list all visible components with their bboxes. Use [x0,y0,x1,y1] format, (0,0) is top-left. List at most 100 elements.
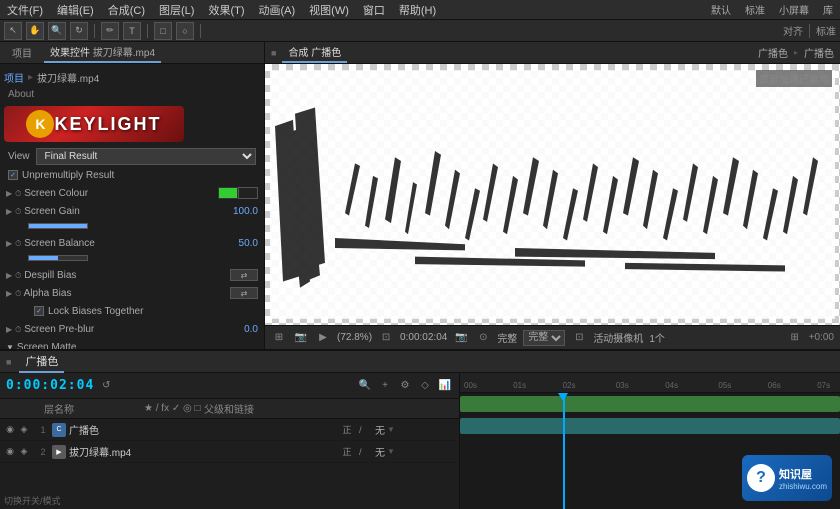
despill-bias-arrow: ▶ [6,271,12,280]
workspace-library[interactable]: 库 [820,2,836,17]
tool-text[interactable]: T [123,22,141,40]
menu-item-effects[interactable]: 效果(T) [205,2,247,18]
timeline-refresh-icon[interactable]: ↺ [98,378,114,394]
tool-shape-ellipse[interactable]: ○ [176,22,194,40]
ruler-tick-2: 02s [563,381,576,390]
preview-controls: ⊞ 📷 ▶ (72.8%) ⊡ 0:00:02:04 📷 ⊙ 完整 完整 ⊡ 活… [265,325,840,349]
screen-colour-row: ▶ ⏱ Screen Colour [4,184,260,202]
preview-camera-icon[interactable]: 📷 [293,330,309,346]
toolbar-separator-2 [147,24,148,38]
menu-item-layer[interactable]: 图层(L) [156,2,197,18]
screen-preblur-value[interactable]: 0.0 [228,324,258,335]
layer-2-mode: 正 [335,445,359,458]
layer-2-parent[interactable]: 无 ▼ [375,444,455,459]
timecode-display: 0:00:02:04 [6,378,94,393]
layer-1-audio[interactable]: ◈ [18,424,30,436]
preview-more-options[interactable]: +0:00 [809,332,834,343]
track-bar-2[interactable] [460,418,840,434]
tool-pen[interactable]: ✏ [101,22,119,40]
timeline-header: ■ 广播色 [0,351,840,373]
menu-item-edit[interactable]: 编辑(E) [54,2,97,18]
screen-balance-value[interactable]: 50.0 [228,238,258,249]
menu-item-file[interactable]: 文件(F) [4,2,46,18]
tool-move[interactable]: ✋ [26,22,44,40]
preview-area[interactable]: 显示加速已启用 [265,64,840,325]
screen-matte-arrow[interactable]: ▼ [6,343,14,350]
tool-select[interactable]: ↖ [4,22,22,40]
layer-2-eye[interactable]: ◉ [4,446,16,458]
keylight-about: About [4,87,260,102]
tool-shape-rect[interactable]: □ [154,22,172,40]
center-header-title[interactable]: 合成 广播色 [282,42,347,63]
preview-snap-icon[interactable]: 📷 [453,330,469,346]
effects-path-sep: ▸ [28,72,33,83]
compose-icon: ■ [271,48,276,58]
menu-item-view[interactable]: 视图(W) [306,2,352,18]
menu-item-animate[interactable]: 动画(A) [256,2,299,18]
screen-matte-row: ▼ Screen Matte [4,338,260,349]
preview-res-icon[interactable]: ⊡ [571,330,587,346]
screen-balance-label: ⏱ Screen Balance [15,238,228,249]
view-label: View [8,151,30,162]
timeline-add-icon[interactable]: + [377,378,393,394]
despill-bias-arrows[interactable]: ⇄ [230,269,258,281]
preview-toggle-icon[interactable]: ⊙ [475,330,491,346]
workspace-small[interactable]: 小屏幕 [776,2,812,17]
keylight-k-icon: K [26,110,54,138]
timeline-settings-icon[interactable]: ⚙ [397,378,413,394]
menu-item-window[interactable]: 窗口 [360,2,388,18]
view-dropdown[interactable]: Final Result [36,148,257,165]
timeline-graph-icon[interactable]: 📊 [437,378,453,394]
timeline-search-icon[interactable]: 🔍 [357,378,373,394]
compose-sub-tab-2[interactable]: 广播色 [804,45,834,60]
layer-row[interactable]: ◉ ◈ 1 C 广播色 正 / 无 ▼ [0,419,459,441]
preview-play-icon[interactable]: ▶ [315,330,331,346]
screen-balance-bar[interactable] [28,255,88,261]
tool-rotate[interactable]: ↻ [70,22,88,40]
compose-sub-tab-1[interactable]: 广播色 [758,45,788,60]
watermark-question-icon: ? [756,469,766,487]
tool-zoom[interactable]: 🔍 [48,22,66,40]
unpremultiply-checkbox[interactable]: ✓ [8,170,18,180]
preview-quality-select[interactable]: 完整 [523,330,565,346]
menu-item-compose[interactable]: 合成(C) [105,2,148,18]
workspace-standard[interactable]: 标准 [742,2,768,17]
preview-camera-count: 1个 [649,330,665,345]
ruler-tick-0: 00s [464,381,477,390]
layer-2-row[interactable]: ◉ ◈ 2 ▶ 拔刀绿幕.mp4 正 / 无 ▼ [0,441,459,463]
toolbar-separator-4 [809,24,810,38]
track-bar-1[interactable] [460,396,840,412]
preview-timecode: 0:00:02:04 [400,332,447,343]
layer-1-name[interactable]: 广播色 [69,422,335,437]
layer-1-parent[interactable]: 无 ▼ [375,422,455,437]
screen-colour-swatch[interactable] [218,187,238,199]
tab-effects[interactable]: 效果控件 拔刀绿幕.mp4 [44,42,161,63]
preview-quality-label: 完整 [497,330,517,345]
screen-gain-bar[interactable] [28,223,88,229]
lock-biases-checkbox[interactable]: ✓ [34,306,44,316]
alpha-bias-arrows[interactable]: ⇄ [230,287,258,299]
ruler-tick-4: 04s [665,381,678,390]
screen-gain-value[interactable]: 100.0 [228,206,258,217]
layer-2-icon: ▶ [52,445,66,459]
layer-2-audio[interactable]: ◈ [18,446,30,458]
tab-project[interactable]: 项目 [6,43,38,62]
timeline-markers-icon[interactable]: ◇ [417,378,433,394]
preview-zoom[interactable]: (72.8%) [337,332,372,343]
workspace-label: 标准 [816,23,836,38]
left-panel-header: 项目 效果控件 拔刀绿幕.mp4 [0,42,264,64]
preview-region-icon[interactable]: ⊡ [378,330,394,346]
preview-layout-icon[interactable]: ⊞ [787,330,803,346]
layer-1-num: 1 [34,425,52,435]
timeline-icon: ■ [6,357,11,367]
layer-2-name[interactable]: 拔刀绿幕.mp4 [69,444,335,459]
timeline-tab[interactable]: 广播色 [19,351,64,373]
playhead[interactable] [563,393,565,509]
watermark-en-text: zhishiwu.com [779,482,827,491]
preview-grid-icon[interactable]: ⊞ [271,330,287,346]
screen-colour-dark-swatch[interactable] [238,187,258,199]
menu-item-help[interactable]: 帮助(H) [396,2,439,18]
layer-1-eye[interactable]: ◉ [4,424,16,436]
effects-path-file: 拔刀绿幕.mp4 [37,70,99,85]
workspace-default[interactable]: 默认 [708,2,734,17]
